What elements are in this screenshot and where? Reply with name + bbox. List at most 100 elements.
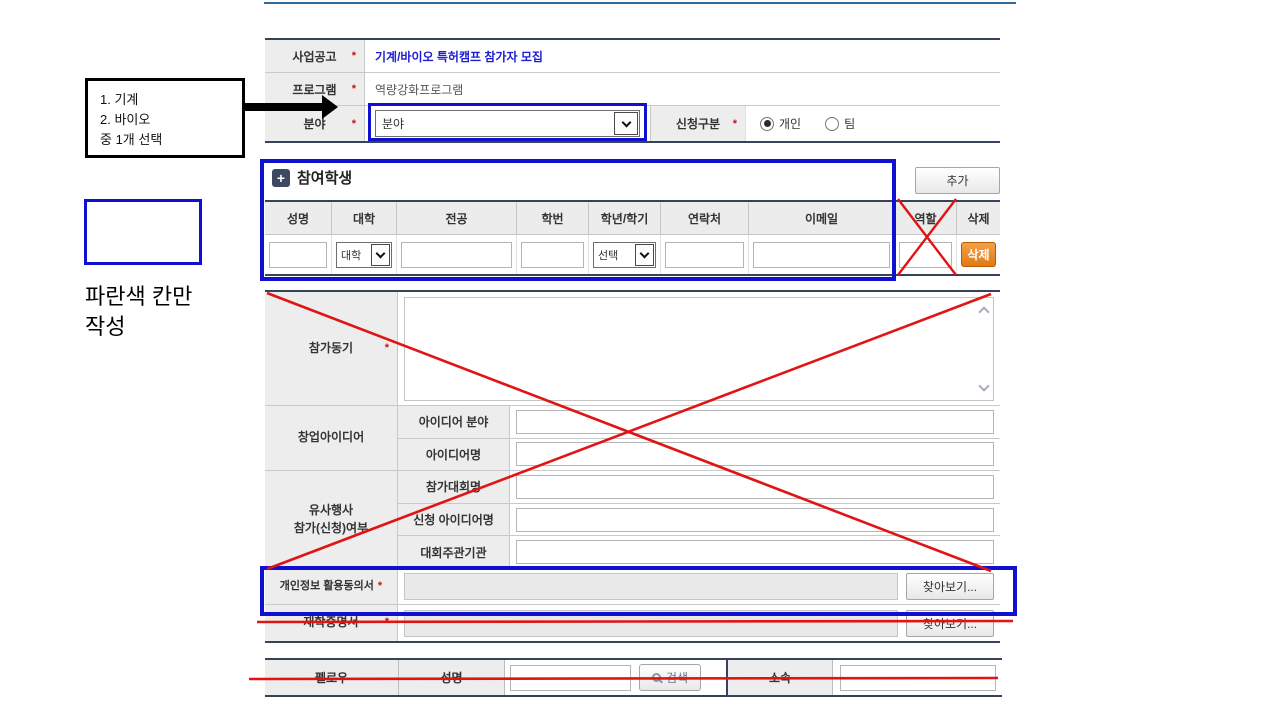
chevron-down-icon xyxy=(371,244,390,266)
idea-name-content xyxy=(510,439,1000,471)
blue-legend-box xyxy=(84,199,202,265)
scroll-up-icon[interactable] xyxy=(978,306,989,317)
role-input[interactable] xyxy=(899,242,952,268)
radio-individual-label: 개인 xyxy=(779,115,801,132)
contest-name-content xyxy=(510,471,1000,503)
applied-idea-label: 신청 아이디어명 xyxy=(398,504,510,536)
application-info-table: 사업공고 * 기계/바이오 특허캠프 참가자 모집 프로그램 * 역량강화프로그… xyxy=(265,38,1000,143)
fellow-name-cell: 검색 xyxy=(505,660,728,695)
student-id-input[interactable] xyxy=(521,242,584,268)
university-select[interactable]: 대학 xyxy=(336,242,392,268)
enrollment-content: 찾아보기... xyxy=(398,605,1000,641)
chevron-down-icon xyxy=(614,112,638,135)
detail-table: 참가동기 * 창업아이디어 아이디어 분야 아이디어명 유사행사 xyxy=(265,290,1000,643)
col-university: 대학 xyxy=(332,202,397,234)
fellow-search-button[interactable]: 검색 xyxy=(639,664,701,691)
col-student-id: 학번 xyxy=(517,202,589,234)
announcement-label: 사업공고 xyxy=(292,48,336,65)
enrollment-label: 재학증명서 xyxy=(303,614,358,631)
grade-select-value: 선택 xyxy=(594,243,634,267)
email-cell xyxy=(749,235,895,274)
announcement-row: 사업공고 * 기계/바이오 특허캠프 참가자 모집 xyxy=(265,40,1000,73)
university-select-value: 대학 xyxy=(337,243,370,267)
similar-event-row: 유사행사 참가(신청)여부 참가대회명 신청 아이디어명 대회주관기관 xyxy=(265,471,1000,569)
idea-field-label: 아이디어 분야 xyxy=(398,406,510,438)
radio-individual[interactable]: 개인 xyxy=(760,115,801,132)
organizer-subrow: 대회주관기관 xyxy=(398,536,1000,568)
radio-selected-icon xyxy=(760,117,774,131)
arrow-right-icon xyxy=(322,95,338,119)
fellow-table: 펠로우 성명 검색 소속 xyxy=(265,658,1002,697)
col-email: 이메일 xyxy=(749,202,895,234)
university-cell: 대학 xyxy=(332,235,397,274)
contest-name-input[interactable] xyxy=(516,475,994,499)
col-grade-semester: 학년/학기 xyxy=(589,202,661,234)
required-asterisk: * xyxy=(378,579,382,595)
major-cell xyxy=(397,235,517,274)
field-select[interactable]: 분야 xyxy=(375,110,640,137)
col-name: 성명 xyxy=(265,202,332,234)
enrollment-cert-row: 재학증명서 * 찾아보기... xyxy=(265,605,1000,641)
program-row: 프로그램 * 역량강화프로그램 xyxy=(265,73,1000,106)
announcement-value: 기계/바이오 특허캠프 참가자 모집 xyxy=(365,40,1000,72)
required-asterisk: * xyxy=(385,341,389,357)
field-select-zone: 분야 xyxy=(365,106,650,141)
applied-idea-input[interactable] xyxy=(516,508,994,532)
page-top-divider xyxy=(264,2,1016,4)
organizer-input[interactable] xyxy=(516,540,994,564)
students-table: 성명 대학 전공 학번 학년/학기 연락처 이메일 역할 삭제 대학 선택 삭 xyxy=(265,200,1000,276)
blue-note-line-2: 작성 xyxy=(85,312,192,342)
role-cell xyxy=(895,235,957,274)
idea-field-input[interactable] xyxy=(516,410,994,434)
startup-idea-label: 창업아이디어 xyxy=(298,429,364,446)
student-id-cell xyxy=(517,235,589,274)
fellow-name-input[interactable] xyxy=(510,665,631,691)
fellow-affiliation-cell xyxy=(833,660,1002,695)
idea-name-input[interactable] xyxy=(516,442,994,466)
privacy-browse-button[interactable]: 찾아보기... xyxy=(906,573,994,600)
note-line-3: 중 1개 선택 xyxy=(100,130,230,150)
apply-type-label: 신청구분 xyxy=(676,115,720,132)
fellow-affiliation-input[interactable] xyxy=(840,665,996,691)
radio-team-label: 팀 xyxy=(844,115,855,132)
contest-name-subrow: 참가대회명 xyxy=(398,471,1000,504)
major-input[interactable] xyxy=(401,242,512,268)
enrollment-browse-button[interactable]: 찾아보기... xyxy=(906,610,994,637)
applied-idea-subrow: 신청 아이디어명 xyxy=(398,504,1000,537)
privacy-label-cell: 개인정보 활용동의서 * xyxy=(265,569,398,604)
enrollment-file-path-field xyxy=(404,610,898,637)
required-asterisk: * xyxy=(352,83,356,95)
grade-select[interactable]: 선택 xyxy=(593,242,656,268)
applied-idea-content xyxy=(510,504,1000,536)
scroll-down-icon[interactable] xyxy=(978,380,989,391)
add-student-button[interactable]: 추가 xyxy=(915,167,1000,194)
contact-input[interactable] xyxy=(665,242,744,268)
program-value: 역량강화프로그램 xyxy=(365,73,1000,105)
col-major: 전공 xyxy=(397,202,517,234)
motivation-textarea[interactable] xyxy=(404,297,994,401)
field-choice-note-box: 1. 기계 2. 바이오 중 1개 선택 xyxy=(85,78,245,158)
name-input[interactable] xyxy=(269,242,327,268)
apply-type-label-cell: 신청구분 * xyxy=(650,106,745,141)
student-input-row: 대학 선택 삭제 xyxy=(265,235,1000,274)
similar-event-subrows: 참가대회명 신청 아이디어명 대회주관기관 xyxy=(398,471,1000,568)
email-input[interactable] xyxy=(753,242,890,268)
delete-student-button[interactable]: 삭제 xyxy=(961,242,996,267)
startup-idea-label-cell: 창업아이디어 xyxy=(265,406,398,470)
privacy-consent-row: 개인정보 활용동의서 * 찾아보기... xyxy=(265,569,1000,605)
note-line-2: 2. 바이오 xyxy=(100,110,230,130)
field-select-value: 분야 xyxy=(376,111,613,136)
radio-unselected-icon xyxy=(825,117,839,131)
contest-name-label: 참가대회명 xyxy=(398,471,510,503)
organizer-content xyxy=(510,536,1000,568)
idea-field-content xyxy=(510,406,1000,438)
blue-only-note: 파란색 칸만 작성 xyxy=(85,282,192,341)
delete-cell: 삭제 xyxy=(957,235,1000,274)
name-cell xyxy=(265,235,332,274)
apply-type-options: 개인 팀 xyxy=(745,106,1000,141)
radio-team[interactable]: 팀 xyxy=(825,115,855,132)
required-asterisk: * xyxy=(352,118,356,130)
col-delete: 삭제 xyxy=(957,202,1000,234)
idea-name-subrow: 아이디어명 xyxy=(398,439,1000,471)
fellow-label: 펠로우 xyxy=(265,660,399,695)
